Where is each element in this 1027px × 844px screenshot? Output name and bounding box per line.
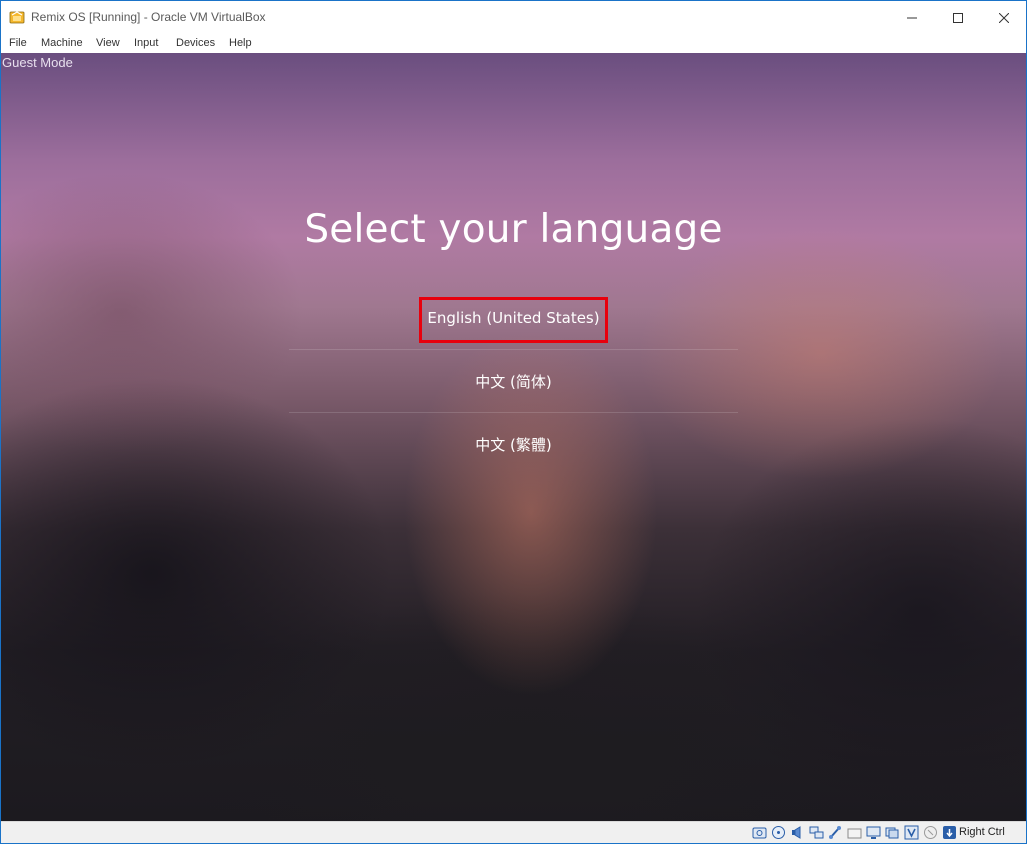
menu-devices[interactable]: Devices xyxy=(176,37,215,49)
menu-bar: File Machine View Input Devices Help xyxy=(1,35,1026,53)
virtualization-icon[interactable] xyxy=(903,824,920,841)
maximize-button[interactable] xyxy=(935,1,981,34)
language-option-traditional-chinese[interactable]: 中文 (繁體) xyxy=(289,413,738,475)
guest-display[interactable]: Guest Mode Select your language English … xyxy=(1,53,1026,821)
status-icons xyxy=(751,824,958,841)
optical-drive-icon[interactable] xyxy=(770,824,787,841)
language-option-simplified-chinese[interactable]: 中文 (简体) xyxy=(289,350,738,412)
menu-input[interactable]: Input xyxy=(134,37,158,49)
menu-machine[interactable]: Machine xyxy=(41,37,83,49)
minimize-icon xyxy=(907,17,917,18)
usb-icon[interactable] xyxy=(827,824,844,841)
minimize-button[interactable] xyxy=(889,1,935,34)
status-bar: Right Ctrl xyxy=(1,821,1026,843)
menu-file[interactable]: File xyxy=(9,37,27,49)
network-icon[interactable] xyxy=(808,824,825,841)
guest-mode-label: Guest Mode xyxy=(2,55,73,70)
language-label: 中文 (简体) xyxy=(475,372,552,391)
virtualbox-app-icon xyxy=(9,11,25,24)
display-icon[interactable] xyxy=(865,824,882,841)
shared-folders-icon[interactable] xyxy=(846,824,863,841)
video-capture-icon[interactable] xyxy=(884,824,901,841)
page-title: Select your language xyxy=(304,207,723,252)
menu-help[interactable]: Help xyxy=(229,37,252,49)
audio-icon[interactable] xyxy=(789,824,806,841)
window-title: Remix OS [Running] - Oracle VM VirtualBo… xyxy=(31,10,266,24)
maximize-icon xyxy=(953,12,963,23)
mouse-integration-icon[interactable] xyxy=(922,824,939,841)
title-bar[interactable]: Remix OS [Running] - Oracle VM VirtualBo… xyxy=(1,1,1026,35)
close-button[interactable] xyxy=(981,1,1026,34)
host-key-label: Right Ctrl xyxy=(959,826,1005,838)
close-icon xyxy=(999,12,1009,23)
virtualbox-window: Remix OS [Running] - Oracle VM VirtualBo… xyxy=(0,0,1027,844)
hard-disk-icon[interactable] xyxy=(751,824,768,841)
highlight-box xyxy=(419,297,608,343)
keyboard-icon[interactable] xyxy=(941,824,958,841)
menu-view[interactable]: View xyxy=(96,37,120,49)
language-label: 中文 (繁體) xyxy=(475,435,552,454)
